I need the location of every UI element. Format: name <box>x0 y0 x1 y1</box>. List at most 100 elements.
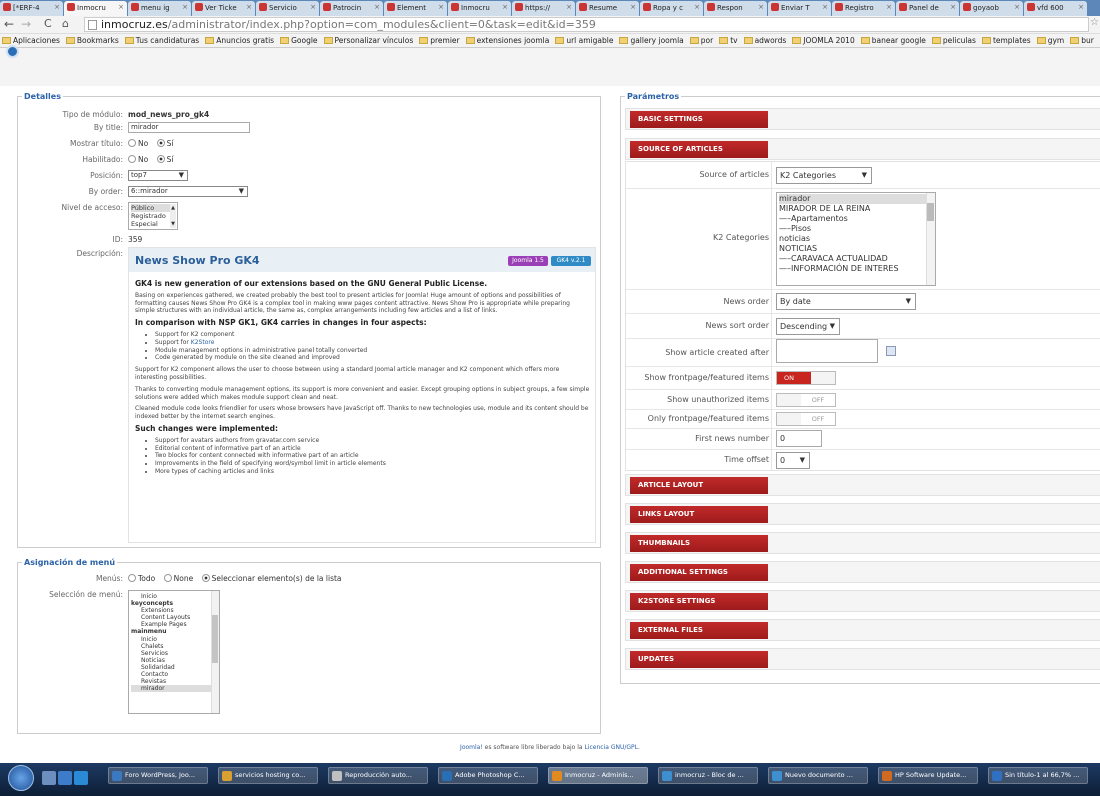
bookmark-item[interactable]: extensiones joomla <box>465 34 549 47</box>
bookmark-item[interactable]: peliculas <box>931 34 976 47</box>
bookmark-item[interactable]: premier <box>419 34 460 47</box>
k2-category-option[interactable]: —–INFORMACIÓN DE INTERES <box>779 264 933 274</box>
k2-category-option[interactable]: —–CARAVACA ACTUALIDAD <box>779 254 933 264</box>
section-button[interactable]: UPDATES <box>630 651 768 668</box>
k2-category-option[interactable]: mirador <box>779 194 933 204</box>
bookmark-item[interactable]: banear google <box>860 34 926 47</box>
joomla-link[interactable]: Joomla! <box>460 744 483 751</box>
browser-tab[interactable]: Servicio × <box>256 1 319 16</box>
menu-option[interactable]: Inicio <box>131 593 217 600</box>
k2store-link[interactable]: K2Store <box>191 339 215 346</box>
bookmark-item[interactable]: por <box>689 34 713 47</box>
bookmark-item[interactable]: Personalizar vínculos <box>323 34 413 47</box>
close-icon[interactable]: × <box>630 3 636 11</box>
browser-tab[interactable]: Patrocin × <box>320 1 383 16</box>
section-button[interactable]: K2STORE SETTINGS <box>630 593 768 610</box>
scroll-thumb[interactable] <box>212 615 218 663</box>
source-articles-button[interactable]: SOURCE OF ARTICLES <box>630 141 768 158</box>
menu-option[interactable]: Solidaridad <box>131 664 217 671</box>
close-icon[interactable]: × <box>438 3 444 11</box>
k2-category-option[interactable]: NOTICIAS <box>779 244 933 254</box>
close-icon[interactable]: × <box>822 3 828 11</box>
browser-tab[interactable]: Enviar T × <box>768 1 831 16</box>
menu-option[interactable]: Servicios <box>131 650 217 657</box>
nivel-option[interactable]: Público <box>131 204 175 212</box>
bookmark-item[interactable]: Google <box>280 34 318 47</box>
created-after-input[interactable] <box>776 339 878 363</box>
k2-category-option[interactable]: —–Pisos <box>779 224 933 234</box>
k2-category-option[interactable]: noticias <box>779 234 933 244</box>
first-news-input[interactable]: 0 <box>776 430 822 447</box>
bookmark-item[interactable]: Bookmarks <box>65 34 119 47</box>
section-button[interactable]: LINKS LAYOUT <box>630 506 768 523</box>
bookmark-item[interactable]: JOOMLA 2010 <box>792 34 855 47</box>
habilitado-no-radio[interactable] <box>128 155 136 163</box>
mostrar-si-radio[interactable] <box>156 139 165 147</box>
browser-tab[interactable]: Registro × <box>832 1 895 16</box>
todo-radio[interactable] <box>128 574 136 582</box>
browser-tab[interactable]: Ropa y c × <box>640 1 703 16</box>
url-field[interactable]: inmocruz.es/administrator/index.php?opti… <box>84 17 1089 32</box>
show-desktop-icon[interactable] <box>42 771 56 785</box>
license-link[interactable]: Licencia GNU/GPL <box>585 744 639 751</box>
bookmark-item[interactable]: bur <box>1070 34 1094 47</box>
list-scrollbar[interactable]: ▲ ▼ <box>170 204 176 228</box>
bookmark-item[interactable]: tv <box>719 34 738 47</box>
browser-tab[interactable]: goyaob × <box>960 1 1023 16</box>
mostrar-no-radio[interactable] <box>128 139 136 147</box>
menu-option[interactable]: Content Layouts <box>131 614 217 621</box>
menu-option[interactable]: Inicio <box>131 636 217 643</box>
section-button[interactable]: ARTICLE LAYOUT <box>630 477 768 494</box>
browser-tab[interactable]: Panel de × <box>896 1 959 16</box>
back-arrow-icon[interactable]: ← <box>4 17 14 31</box>
section-button[interactable]: THUMBNAILS <box>630 535 768 552</box>
taskbar-item[interactable]: Inmocruz - Adminis... <box>548 767 648 784</box>
internet-explorer-icon[interactable] <box>74 771 88 785</box>
browser-tab[interactable]: [*ERF-4 × <box>0 1 63 16</box>
browser-tab[interactable]: vfd 600 × <box>1024 1 1087 16</box>
bookmark-item[interactable]: gym <box>1036 34 1064 47</box>
seleccionar-radio[interactable] <box>201 574 210 582</box>
time-offset-select[interactable]: 0 ▼ <box>776 452 810 469</box>
menu-option[interactable]: mirador <box>131 685 217 693</box>
taskbar-item[interactable]: Reproducción auto... <box>328 767 428 784</box>
bookmark-item[interactable]: templates <box>981 34 1031 47</box>
byorder-select[interactable]: 6::mirador ▼ <box>128 186 248 197</box>
close-icon[interactable]: × <box>950 3 956 11</box>
only-frontpage-toggle[interactable]: OFF <box>776 412 836 426</box>
taskbar-item[interactable]: HP Software Update... <box>878 767 978 784</box>
taskbar-item[interactable]: Sin título-1 al 66,7% ... <box>988 767 1088 784</box>
close-icon[interactable]: × <box>1014 3 1020 11</box>
close-icon[interactable]: × <box>182 3 188 11</box>
browser-tab[interactable]: https:// × <box>512 1 575 16</box>
frontpage-toggle[interactable]: ON <box>776 371 836 385</box>
section-button[interactable]: ADDITIONAL SETTINGS <box>630 564 768 581</box>
menu-option[interactable]: Example Pages <box>131 621 217 628</box>
home-icon[interactable]: ⌂ <box>62 17 69 30</box>
taskbar-item[interactable]: inmocruz - Bloc de ... <box>658 767 758 784</box>
habilitado-si-radio[interactable] <box>156 155 165 163</box>
posicion-select[interactable]: top7 ▼ <box>128 170 188 181</box>
menu-option[interactable]: Contacto <box>131 671 217 678</box>
reload-icon[interactable]: C <box>44 17 52 30</box>
scroll-thumb[interactable] <box>927 203 934 221</box>
browser-tab[interactable]: Resume × <box>576 1 639 16</box>
close-icon[interactable]: × <box>694 3 700 11</box>
browser-tab[interactable]: Respon × <box>704 1 767 16</box>
start-button-icon[interactable] <box>8 765 34 791</box>
close-icon[interactable]: × <box>310 3 316 11</box>
nivel-option[interactable]: Especial <box>131 220 175 228</box>
source-select[interactable]: K2 Categories ▼ <box>776 167 872 184</box>
close-icon[interactable]: × <box>1078 3 1084 11</box>
close-icon[interactable]: × <box>758 3 764 11</box>
taskbar-item[interactable]: Foro WordPress, Joo... <box>108 767 208 784</box>
bookmark-item[interactable]: url amigable <box>555 34 613 47</box>
taskbar-item[interactable]: Nuevo documento ... <box>768 767 868 784</box>
taskbar-item[interactable]: Adobe Photoshop C... <box>438 767 538 784</box>
close-icon[interactable]: × <box>502 3 508 11</box>
bookmark-star-icon[interactable]: ☆ <box>1090 17 1099 28</box>
browser-tab[interactable]: menu ig × <box>128 1 191 16</box>
section-button[interactable]: EXTERNAL FILES <box>630 622 768 639</box>
nivel-option[interactable]: Registrado <box>131 212 175 220</box>
calendar-icon[interactable] <box>886 346 896 356</box>
